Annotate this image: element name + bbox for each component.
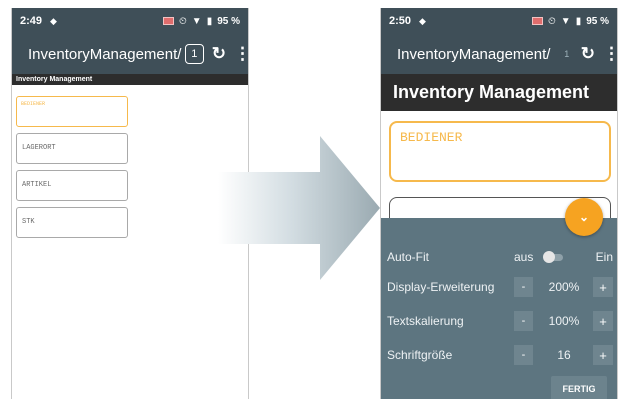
font-size-row: Schriftgröße - 16 + bbox=[387, 345, 613, 365]
phone-screen-after: 2:50 ◆ ⏲ ▼ ▮ 95 % InventoryManagement/ 1… bbox=[380, 8, 618, 399]
autofit-toggle[interactable] bbox=[543, 251, 565, 263]
location-icon: ◆ bbox=[419, 15, 426, 26]
field-bediener[interactable]: BEDIENER bbox=[389, 121, 611, 182]
text-scale-row: Textskalierung - 100% + bbox=[387, 311, 613, 331]
font-size-value: 16 bbox=[557, 348, 571, 362]
status-bar: 2:50 ◆ ⏲ ▼ ▮ 95 % bbox=[381, 8, 617, 34]
font-size-increase-button[interactable]: + bbox=[593, 345, 613, 365]
chevron-down-icon: ⌄ bbox=[578, 210, 590, 224]
autofit-row: Auto-Fit aus Ein bbox=[387, 247, 613, 267]
app-title: InventoryManagement/ bbox=[28, 45, 182, 63]
display-extension-decrease-button[interactable]: - bbox=[514, 277, 533, 297]
font-size-label: Schriftgröße bbox=[387, 348, 453, 362]
status-time: 2:50 bbox=[389, 15, 412, 27]
alarm-icon: ⏲ bbox=[547, 15, 556, 27]
field-artikel[interactable]: ARTIKEL bbox=[16, 170, 128, 201]
font-size-decrease-button[interactable]: - bbox=[514, 345, 533, 365]
location-icon: ◆ bbox=[50, 15, 57, 26]
autofit-off-label: aus bbox=[514, 250, 534, 264]
app-bar: InventoryManagement/ 1 ↻ ⋮ bbox=[381, 34, 617, 74]
battery-icon: ▮ bbox=[206, 15, 213, 27]
status-bar: 2:49 ◆ ⏲ ▼ ▮ 95 % bbox=[12, 8, 248, 34]
more-menu-icon[interactable]: ⋮ bbox=[603, 44, 617, 64]
field-stk[interactable]: STK bbox=[16, 207, 128, 238]
tab-count-badge[interactable]: 1 bbox=[184, 44, 204, 64]
text-scale-value: 100% bbox=[548, 314, 580, 328]
wifi-icon: ▼ bbox=[560, 15, 571, 27]
refresh-icon[interactable]: ↻ bbox=[212, 44, 226, 64]
display-extension-value: 200% bbox=[548, 280, 580, 294]
refresh-icon[interactable]: ↻ bbox=[581, 44, 595, 64]
done-button[interactable]: FERTIG bbox=[551, 376, 607, 399]
app-title: InventoryManagement/ bbox=[397, 45, 551, 63]
display-extension-row: Display-Erweiterung - 200% + bbox=[387, 277, 613, 297]
image-notification-icon bbox=[531, 17, 543, 25]
display-settings-panel: ⌄ Auto-Fit aus Ein Display-Erweiterung -… bbox=[381, 198, 617, 399]
phone-screen-before: 2:49 ◆ ⏲ ▼ ▮ 95 % InventoryManagement/ 1… bbox=[11, 8, 249, 399]
image-notification-icon bbox=[162, 17, 174, 25]
field-bediener[interactable]: BEDIENER bbox=[16, 96, 128, 127]
display-extension-increase-button[interactable]: + bbox=[593, 277, 613, 297]
form-area: BEDIENER LAGERORT ARTIKEL STK bbox=[12, 85, 248, 399]
alarm-icon: ⏲ bbox=[178, 15, 187, 27]
display-extension-label: Display-Erweiterung bbox=[387, 280, 495, 294]
text-scale-increase-button[interactable]: + bbox=[593, 311, 613, 331]
page-header: Inventory Management bbox=[381, 74, 617, 111]
page-header: Inventory Management bbox=[12, 74, 248, 85]
text-scale-decrease-button[interactable]: - bbox=[514, 311, 533, 331]
autofit-label: Auto-Fit bbox=[387, 250, 430, 264]
app-bar: InventoryManagement/ 1 ↻ ⋮ bbox=[12, 34, 248, 74]
more-menu-icon[interactable]: ⋮ bbox=[234, 44, 248, 64]
battery-percent: 95 % bbox=[217, 15, 240, 27]
text-scale-label: Textskalierung bbox=[387, 314, 464, 328]
collapse-panel-button[interactable]: ⌄ bbox=[565, 198, 603, 236]
battery-icon: ▮ bbox=[575, 15, 582, 27]
field-lagerort[interactable]: LAGERORT bbox=[16, 133, 128, 164]
battery-percent: 95 % bbox=[586, 15, 609, 27]
right-arrow-icon bbox=[218, 136, 380, 280]
status-time: 2:49 bbox=[20, 15, 43, 27]
autofit-on-label: Ein bbox=[595, 250, 613, 264]
wifi-icon: ▼ bbox=[191, 15, 202, 27]
tab-count-badge[interactable]: 1 bbox=[561, 49, 573, 59]
